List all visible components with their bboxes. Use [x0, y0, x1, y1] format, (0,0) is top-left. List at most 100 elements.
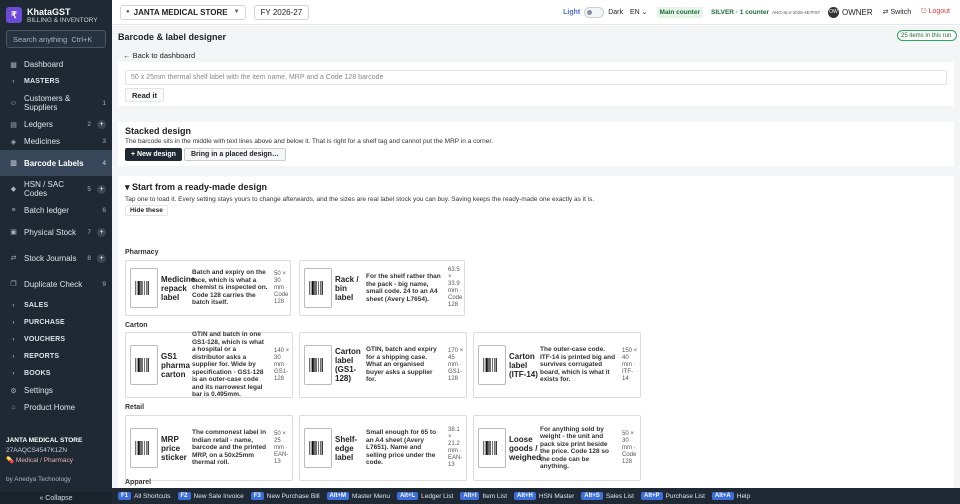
template-card[interactable]: Shelf-edge label Small enough for 65 to a… [299, 415, 467, 481]
shortcut-alt-l[interactable]: Alt+L Ledger List [396, 492, 453, 500]
grid-icon: ▦ [10, 61, 17, 69]
sidebar-item-label: Customers & Suppliers [24, 94, 71, 112]
sidebar-item-hsn-sac-codes[interactable]: ◆ HSN / SAC Codes 5 + [0, 176, 112, 202]
shortcut-key: Alt+S [581, 492, 603, 500]
template-card[interactable]: MRP price sticker The commonest label in … [125, 415, 293, 481]
shortcut-alt-h[interactable]: Alt+H HSN Master [514, 492, 574, 500]
fy-selector[interactable]: FY 2026-27 [253, 4, 310, 20]
store-gstin: 27AAQCS4547K1ZN [6, 447, 68, 454]
barcode-icon [304, 268, 332, 308]
sidebar-item-stock-journals[interactable]: ⇄ Stock Journals 8 + [0, 245, 112, 271]
template-card[interactable]: Carton label (ITF-14) The outer-case code… [473, 332, 641, 398]
chevron-right-icon: › [12, 78, 15, 85]
ready-made-card: ▾ Start from a ready-made design Tap one… [118, 176, 954, 504]
search-input[interactable]: Search anything Ctrl+K [6, 30, 106, 48]
sidebar-item-sales[interactable]: › SALES [0, 297, 112, 314]
sidebar-item-settings[interactable]: ⚙ Settings [0, 382, 112, 399]
sidebar-item-count: 9 [102, 280, 106, 288]
home-icon: ⌂ [11, 404, 16, 411]
read-it-button[interactable]: Read it [125, 88, 165, 102]
sidebar-item-books[interactable]: › BOOKS [0, 365, 112, 382]
shortcut-label: Item List [482, 492, 508, 500]
sidebar-item-label: SALES [24, 302, 49, 309]
logout-button[interactable]: ⎋ Logout [921, 8, 950, 16]
shortcut-alt-s[interactable]: Alt+S Sales List [581, 492, 634, 500]
main-content: Barcode & label designer 25 items in thi… [112, 26, 960, 504]
sidebar: ₹ KhataGST BILLING & INVENTORY Search an… [0, 0, 112, 504]
tag-icon: ◆ [10, 186, 17, 193]
counter-badge[interactable]: Main counter [656, 6, 703, 18]
sidebar-item-vouchers[interactable]: › VOUCHERS [0, 331, 112, 348]
template-card[interactable]: Carton label (GS1-128) GTIN, batch and ex… [299, 332, 467, 398]
hide-templates-button[interactable]: Hide these [125, 205, 168, 216]
add-icon[interactable]: + [97, 227, 106, 237]
shortcut-f1[interactable]: F1 All Shortcuts [118, 492, 171, 500]
sidebar-item-customers-suppliers[interactable]: ☺ Customers & Suppliers 1 [0, 90, 112, 116]
sidebar-item-count: 5 [87, 185, 91, 193]
barcode-icon [478, 345, 506, 385]
layers-icon: ≡ [11, 207, 16, 214]
category-apparel: Apparel [125, 479, 152, 486]
barcode-icon [304, 345, 332, 385]
shortcut-label: New Purchase Bill [266, 492, 320, 500]
sidebar-item-label: MASTERS [24, 78, 60, 85]
brand[interactable]: ₹ KhataGST BILLING & INVENTORY [0, 0, 112, 28]
template-desc: Batch and expiry on the face, which is w… [192, 269, 268, 307]
template-size: 150 × 40 mm · ITF-14 [622, 347, 638, 382]
add-icon[interactable]: + [97, 184, 106, 194]
ready-title[interactable]: ▾ Start from a ready-made design [125, 182, 267, 193]
template-desc: The commonest label in Indian retail - n… [192, 429, 267, 467]
bring-in-design-button[interactable]: Bring in a placed design… [184, 148, 286, 161]
copy-icon: ❐ [10, 281, 17, 288]
license-key: ANG-SLV-2026-4E7F97 [772, 9, 820, 15]
barcode-icon [130, 428, 158, 468]
new-design-button[interactable]: + New design [125, 148, 182, 161]
template-card[interactable]: Loose goods / weighed For anything sold b… [473, 415, 641, 481]
template-name: Shelf-edge label [335, 434, 358, 462]
store-selector[interactable]: ● JANTA MEDICAL STORE ▼ [120, 4, 246, 20]
sidebar-item-label: Product Home [24, 403, 76, 412]
shortcut-alt-i[interactable]: Alt+I Item List [460, 492, 507, 500]
sidebar-item-label: BOOKS [24, 370, 51, 377]
sidebar-item-batch-ledger[interactable]: ≡ Batch ledger 6 [0, 202, 112, 219]
template-name: GS1 pharma carton [161, 351, 190, 379]
template-desc: For anything sold by weight - the unit a… [540, 425, 609, 471]
template-size: 50 × 30 mm · Code 128 [622, 430, 637, 465]
sidebar-item-physical-stock[interactable]: ▣ Physical Stock 7 + [0, 219, 112, 245]
shortcut-f3[interactable]: F3 New Purchase Bill [250, 492, 320, 500]
prompt-input[interactable]: 50 x 25mm thermal shelf label with the i… [125, 70, 947, 85]
store-dot-icon: ● [126, 9, 130, 15]
add-icon[interactable]: + [97, 253, 106, 263]
shortcut-key: F1 [118, 492, 132, 500]
sidebar-item-masters[interactable]: › MASTERS [0, 73, 112, 90]
template-card[interactable]: Medicine repack label Batch and expiry on… [125, 260, 291, 316]
back-link[interactable]: ← Back to dashboard [123, 51, 195, 60]
shortcut-alt-a[interactable]: Alt+A Help [711, 492, 750, 500]
sidebar-item-purchase[interactable]: › PURCHASE [0, 314, 112, 331]
sidebar-item-reports[interactable]: › REPORTS [0, 348, 112, 365]
sidebar-item-barcode-labels[interactable]: ▥ Barcode Labels 4 [0, 150, 112, 176]
collapse-button[interactable]: « Collapse [0, 492, 112, 504]
dark-mode-label: Dark [608, 8, 623, 16]
add-icon[interactable]: + [97, 120, 106, 129]
top-bar: ● JANTA MEDICAL STORE ▼ FY 2026-27 Light… [112, 0, 960, 25]
template-card[interactable]: Rack / bin label For the shelf rather tha… [299, 260, 465, 316]
template-name: Carton label (ITF-14) [509, 351, 538, 379]
sidebar-item-dashboard[interactable]: ▦ Dashboard [0, 56, 112, 73]
sidebar-item-medicines[interactable]: ◈ Medicines 3 [0, 133, 112, 150]
shortcut-alt-m[interactable]: Alt+M Master Menu [326, 492, 390, 500]
template-card[interactable]: GS1 pharma carton GTIN and batch in one G… [125, 331, 293, 398]
switch-button[interactable]: ⇄ Switch [883, 8, 911, 16]
theme-toggle[interactable] [584, 6, 605, 18]
sidebar-item-ledgers[interactable]: ▤ Ledgers 2 + [0, 116, 112, 133]
shortcut-alt-p[interactable]: Alt+P Purchase List [641, 492, 705, 500]
template-name: MRP price sticker [161, 434, 187, 462]
template-name: Carton label (GS1-128) [335, 347, 361, 383]
language-label: EN [629, 9, 640, 16]
book-icon: ▤ [10, 121, 17, 129]
language-selector[interactable]: EN ⌄ [630, 8, 648, 16]
shortcut-f2[interactable]: F2 New Sale Invoice [177, 492, 244, 500]
sidebar-item-product-home[interactable]: ⌂ Product Home [0, 399, 112, 416]
sidebar-item-duplicate-check[interactable]: ❐ Duplicate Check 9 [0, 271, 112, 297]
search-placeholder: Search anything [13, 34, 68, 44]
